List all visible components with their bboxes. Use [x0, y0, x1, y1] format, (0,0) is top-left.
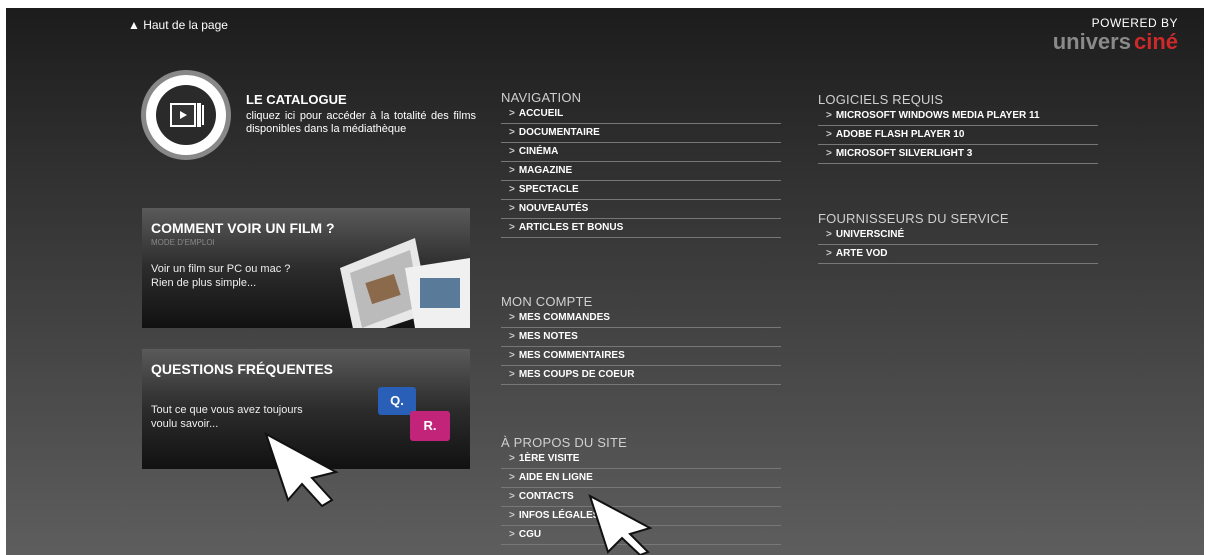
chevron-right-icon: >: [509, 529, 515, 540]
software-item-link[interactable]: > MICROSOFT SILVERLIGHT 3: [818, 145, 1098, 164]
nav-item-label: MAGAZINE: [518, 165, 573, 176]
account-item-link[interactable]: > MES COUPS DE COEUR: [501, 366, 781, 385]
about-item-label: CGU: [518, 529, 542, 540]
nav-item-link[interactable]: > MAGAZINE: [501, 162, 781, 181]
nav-item-label: DOCUMENTAIRE: [518, 127, 600, 138]
nav-item-link[interactable]: > ACCUEIL: [501, 105, 781, 124]
providers-heading: FOURNISSEURS DU SERVICE: [818, 211, 1009, 226]
software-item-link[interactable]: > ADOBE FLASH PLAYER 10: [818, 126, 1098, 145]
about-heading: À PROPOS DU SITE: [501, 435, 628, 450]
chevron-right-icon: >: [509, 146, 515, 157]
site-footer: ▲ Haut de la page POWERED BY univers ciné…: [6, 8, 1204, 555]
chevron-right-icon: >: [826, 110, 832, 121]
nav-item-link[interactable]: > DOCUMENTAIRE: [501, 124, 781, 143]
provider-item-label: ARTE VOD: [835, 248, 888, 259]
software-item-label: MICROSOFT WINDOWS MEDIA PLAYER 11: [835, 110, 1040, 121]
provider-item-link[interactable]: > ARTE VOD: [818, 245, 1098, 264]
software-section: LOGICIELS REQUIS > MICROSOFT WINDOWS MEDI…: [818, 92, 1098, 164]
provider-item-label: UNIVERSCINÉ: [835, 229, 905, 240]
chevron-right-icon: >: [509, 350, 515, 361]
nav-item-label: NOUVEAUTÉS: [518, 203, 589, 214]
arrow-cursor-icon: [264, 432, 339, 507]
software-item-label: MICROSOFT SILVERLIGHT 3: [835, 148, 973, 159]
chevron-right-icon: >: [509, 222, 515, 233]
account-item-label: MES COMMANDES: [518, 312, 610, 323]
nav-item-link[interactable]: > SPECTACLE: [501, 181, 781, 200]
account-item-link[interactable]: > MES COMMANDES: [501, 309, 781, 328]
about-item-label: AIDE EN LIGNE: [518, 472, 593, 483]
navigation-heading: NAVIGATION: [501, 90, 582, 105]
chevron-right-icon: >: [826, 148, 832, 159]
navigation-section: NAVIGATION > ACCUEIL > DOCUMENTAIRE > CINÉMA >…: [501, 90, 781, 238]
powered-by-logo[interactable]: POWERED BY univers ciné: [1053, 16, 1178, 54]
r-bubble-label: R.: [423, 418, 437, 433]
chevron-right-icon: >: [509, 453, 515, 464]
software-item-link[interactable]: > MICROSOFT WINDOWS MEDIA PLAYER 11: [818, 107, 1098, 126]
logo-accent-text: ciné: [1133, 29, 1178, 54]
how-to-subtitle: MODE D'EMPLOI: [151, 238, 215, 247]
account-item-link[interactable]: > MES NOTES: [501, 328, 781, 347]
faq-text-2: voulu savoir...: [151, 418, 219, 430]
faq-text-1: Tout ce que vous avez toujours: [151, 404, 303, 416]
chevron-right-icon: >: [826, 248, 832, 259]
chevron-right-icon: >: [509, 127, 515, 138]
catalogue-title[interactable]: LE CATALOGUE: [246, 92, 347, 107]
chevron-right-icon: >: [509, 184, 515, 195]
software-heading: LOGICIELS REQUIS: [818, 92, 944, 107]
chevron-right-icon: >: [509, 510, 515, 521]
account-item-label: MES COUPS DE COEUR: [518, 369, 635, 380]
chevron-right-icon: >: [509, 108, 515, 119]
nav-item-label: CINÉMA: [518, 146, 559, 157]
chevron-right-icon: >: [509, 331, 515, 342]
account-item-link[interactable]: > MES COMMENTAIRES: [501, 347, 781, 366]
how-to-title: COMMENT VOIR UN FILM ?: [151, 220, 335, 236]
catalogue-description[interactable]: cliquez ici pour accéder à la totalité d…: [246, 110, 476, 136]
nav-item-link[interactable]: > CINÉMA: [501, 143, 781, 162]
chevron-right-icon: >: [826, 229, 832, 240]
account-heading: MON COMPTE: [501, 294, 593, 309]
powered-by-label: POWERED BY: [1091, 16, 1178, 30]
account-item-label: MES COMMENTAIRES: [518, 350, 625, 361]
software-item-label: ADOBE FLASH PLAYER 10: [835, 129, 965, 140]
r-bubble-icon: R.: [410, 411, 450, 441]
how-to-watch-box[interactable]: COMMENT VOIR UN FILM ? MODE D'EMPLOI Voi…: [142, 208, 470, 328]
faq-title: QUESTIONS FRÉQUENTES: [151, 361, 334, 377]
how-to-text-1: Voir un film sur PC ou mac ?: [151, 263, 291, 275]
chevron-right-icon: >: [509, 491, 515, 502]
about-item-link[interactable]: >1ÈRE VISITE: [501, 450, 781, 469]
account-item-label: MES NOTES: [518, 331, 578, 342]
nav-item-link[interactable]: > NOUVEAUTÉS: [501, 200, 781, 219]
screenshot-illustration-icon: [340, 238, 470, 328]
nav-item-link[interactable]: > ARTICLES ET BONUS: [501, 219, 781, 238]
nav-item-label: SPECTACLE: [518, 184, 579, 195]
provider-item-link[interactable]: > UNIVERSCINÉ: [818, 226, 1098, 245]
account-section: MON COMPTE > MES COMMANDES > MES NOTES > MES …: [501, 294, 781, 385]
nav-item-label: ARTICLES ET BONUS: [518, 222, 624, 233]
chevron-right-icon: >: [509, 312, 515, 323]
arrow-cursor-icon: [588, 494, 653, 555]
chevron-right-icon: >: [509, 203, 515, 214]
catalogue-film-icon[interactable]: [146, 75, 226, 155]
back-to-top-link[interactable]: ▲ Haut de la page: [128, 18, 228, 32]
chevron-right-icon: >: [509, 369, 515, 380]
how-to-text-2: Rien de plus simple...: [151, 277, 257, 289]
chevron-right-icon: >: [826, 129, 832, 140]
about-item-link[interactable]: > AIDE EN LIGNE: [501, 469, 781, 488]
universcine-logo: univers ciné: [1053, 30, 1178, 54]
q-bubble-label: Q.: [390, 393, 404, 408]
logo-main-text: univers: [1052, 29, 1131, 54]
chevron-right-icon: >: [509, 472, 515, 483]
providers-section: FOURNISSEURS DU SERVICE > UNIVERSCINÉ > ART…: [818, 211, 1098, 264]
about-item-label: 1ÈRE VISITE: [518, 453, 580, 464]
about-item-label: CONTACTS: [518, 491, 574, 502]
nav-item-label: ACCUEIL: [518, 108, 564, 119]
chevron-right-icon: >: [509, 165, 515, 176]
